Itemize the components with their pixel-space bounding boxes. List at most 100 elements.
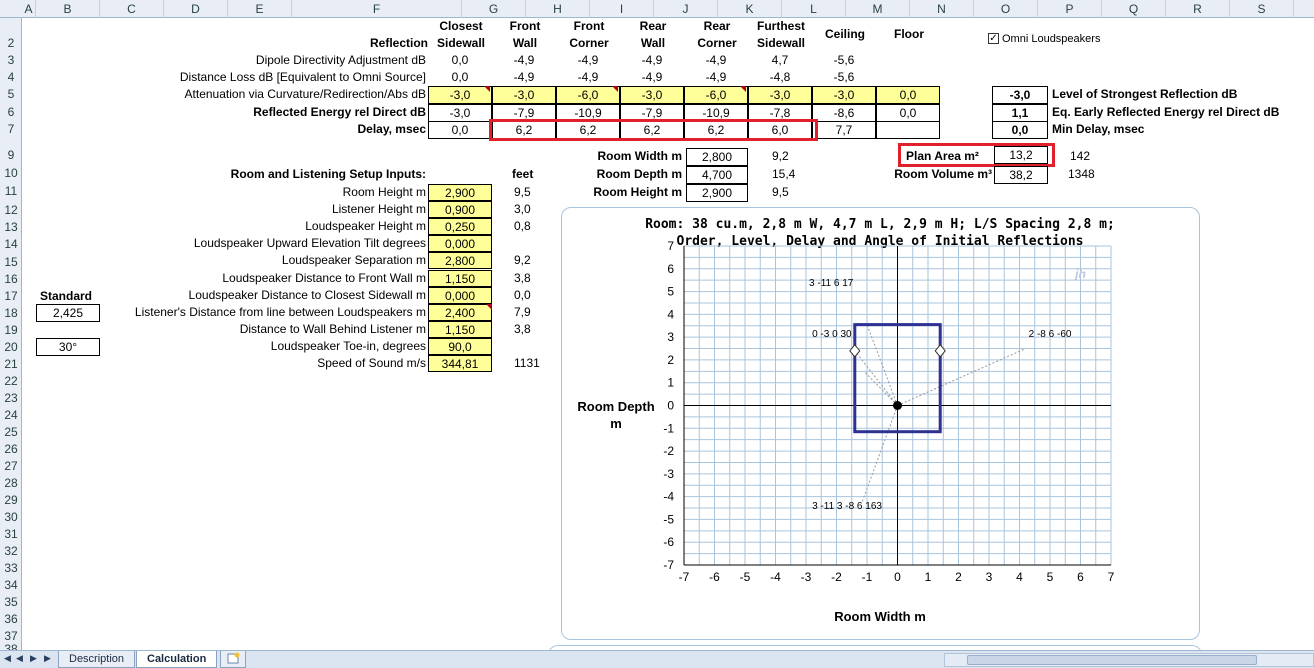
room-dim-value[interactable]: 2,900 — [686, 184, 748, 202]
column-header-b[interactable]: B — [36, 0, 100, 18]
table-cell[interactable]: -4,8 — [748, 69, 812, 87]
table-cell[interactable]: -5,6 — [812, 69, 876, 87]
column-header-h[interactable]: H — [526, 0, 590, 18]
row-header-35[interactable]: 35 — [0, 594, 22, 611]
column-header-k[interactable]: K — [718, 0, 782, 18]
table-cell[interactable]: 0,0 — [428, 121, 492, 139]
table-cell[interactable]: -6,0 — [556, 86, 620, 104]
column-header-i[interactable]: I — [590, 0, 654, 18]
standard-distance-value[interactable]: 2,425 — [36, 304, 100, 322]
row-header-23[interactable]: 23 — [0, 390, 22, 407]
row-header-13[interactable]: 13 — [0, 219, 22, 236]
summary-value[interactable]: 1,1 — [992, 104, 1048, 122]
row-header-6[interactable]: 6 — [0, 104, 22, 121]
table-cell[interactable] — [876, 121, 940, 139]
first-sheet-icon[interactable]: ◀ — [4, 653, 11, 664]
row-header-10[interactable]: 10 — [0, 165, 22, 182]
row-header-29[interactable]: 29 — [0, 492, 22, 509]
table-cell[interactable]: 0,0 — [876, 104, 940, 122]
column-header-f[interactable]: F — [292, 0, 462, 18]
table-cell[interactable]: 4,7 — [748, 52, 812, 70]
row-header-26[interactable]: 26 — [0, 441, 22, 458]
table-cell[interactable] — [876, 52, 940, 70]
column-header-t[interactable]: T — [1294, 0, 1314, 18]
standard-angle-value[interactable]: 30° — [36, 338, 100, 356]
table-cell[interactable]: -3,0 — [428, 86, 492, 104]
input-value[interactable]: 0,000 — [428, 235, 492, 252]
input-value[interactable]: 1,150 — [428, 321, 492, 338]
row-header-18[interactable]: 18 — [0, 305, 22, 322]
table-cell[interactable]: -3,0 — [812, 86, 876, 104]
table-cell[interactable]: -4,9 — [492, 69, 556, 87]
row-header-5[interactable]: 5 — [0, 86, 22, 103]
row-header-16[interactable]: 16 — [0, 271, 22, 288]
table-cell[interactable]: -8,6 — [812, 104, 876, 122]
table-cell[interactable]: 7,7 — [812, 121, 876, 139]
column-header-l[interactable]: L — [782, 0, 846, 18]
row-header-20[interactable]: 20 — [0, 339, 22, 356]
row-header-24[interactable]: 24 — [0, 407, 22, 424]
table-cell[interactable]: -5,6 — [812, 52, 876, 70]
input-value[interactable]: 0,250 — [428, 218, 492, 235]
table-cell[interactable]: 0,0 — [428, 69, 492, 87]
column-header-s[interactable]: S — [1230, 0, 1294, 18]
row-header-3[interactable]: 3 — [0, 52, 22, 69]
table-cell[interactable]: -6,0 — [684, 86, 748, 104]
table-cell[interactable] — [876, 69, 940, 87]
column-header-q[interactable]: Q — [1102, 0, 1166, 18]
column-header-d[interactable]: D — [164, 0, 228, 18]
reflection-chart-frame[interactable]: Room: 38 cu.m, 2,8 m W, 4,7 m L, 2,9 m H… — [561, 207, 1200, 640]
tab-description[interactable]: Description — [58, 651, 136, 668]
row-header-7[interactable]: 7 — [0, 121, 22, 138]
next-sheet-icon[interactable]: ▶ — [30, 653, 37, 664]
table-cell[interactable]: -3,0 — [748, 86, 812, 104]
table-cell[interactable]: -4,9 — [556, 52, 620, 70]
input-value[interactable]: 2,800 — [428, 252, 492, 269]
row-header-4[interactable]: 4 — [0, 69, 22, 86]
row-header-2[interactable]: 2 — [0, 35, 22, 52]
row-header-11[interactable]: 11 — [0, 183, 22, 200]
omni-loudspeakers-checkbox[interactable]: ✓ — [988, 33, 999, 44]
comment-indicator-icon[interactable] — [740, 86, 746, 92]
row-header-22[interactable]: 22 — [0, 373, 22, 390]
column-header-p[interactable]: P — [1038, 0, 1102, 18]
table-cell[interactable]: 0,0 — [876, 86, 940, 104]
column-header-n[interactable]: N — [910, 0, 974, 18]
table-cell[interactable]: -4,9 — [620, 69, 684, 87]
column-header-j[interactable]: J — [654, 0, 718, 18]
table-cell[interactable]: 0,0 — [428, 52, 492, 70]
row-header-34[interactable]: 34 — [0, 577, 22, 594]
column-header-m[interactable]: M — [846, 0, 910, 18]
tab-calculation[interactable]: Calculation — [136, 651, 218, 668]
row-header-36[interactable]: 36 — [0, 611, 22, 628]
horizontal-scroll-thumb[interactable] — [967, 655, 1257, 665]
input-value[interactable]: 344,81 — [428, 355, 492, 372]
row-header-14[interactable]: 14 — [0, 236, 22, 253]
row-header-33[interactable]: 33 — [0, 560, 22, 577]
room-dim-value[interactable]: 4,700 — [686, 166, 748, 184]
prev-sheet-icon[interactable]: ◀ — [16, 653, 23, 664]
column-header-o[interactable]: O — [974, 0, 1038, 18]
row-header-30[interactable]: 30 — [0, 509, 22, 526]
comment-indicator-icon[interactable] — [484, 86, 490, 92]
column-header-c[interactable]: C — [100, 0, 164, 18]
table-cell[interactable]: -4,9 — [684, 69, 748, 87]
input-value[interactable]: 90,0 — [428, 338, 492, 355]
horizontal-scrollbar[interactable] — [944, 653, 1314, 667]
comment-indicator-icon[interactable] — [486, 304, 492, 310]
room-volume-value[interactable]: 38,2 — [994, 166, 1048, 184]
table-cell[interactable]: -3,0 — [492, 86, 556, 104]
row-header-15[interactable]: 15 — [0, 254, 22, 271]
table-cell[interactable]: -3,0 — [620, 86, 684, 104]
row-header-25[interactable]: 25 — [0, 424, 22, 441]
comment-indicator-icon[interactable] — [612, 86, 618, 92]
row-header-21[interactable]: 21 — [0, 356, 22, 373]
column-header-g[interactable]: G — [462, 0, 526, 18]
row-header-9[interactable]: 9 — [0, 147, 22, 164]
insert-sheet-icon[interactable] — [220, 651, 246, 668]
input-value[interactable]: 0,000 — [428, 287, 492, 304]
last-sheet-icon[interactable]: ▶ — [44, 653, 51, 664]
row-header-12[interactable]: 12 — [0, 202, 22, 219]
summary-value[interactable]: -3,0 — [992, 86, 1048, 104]
column-header-r[interactable]: R — [1166, 0, 1230, 18]
